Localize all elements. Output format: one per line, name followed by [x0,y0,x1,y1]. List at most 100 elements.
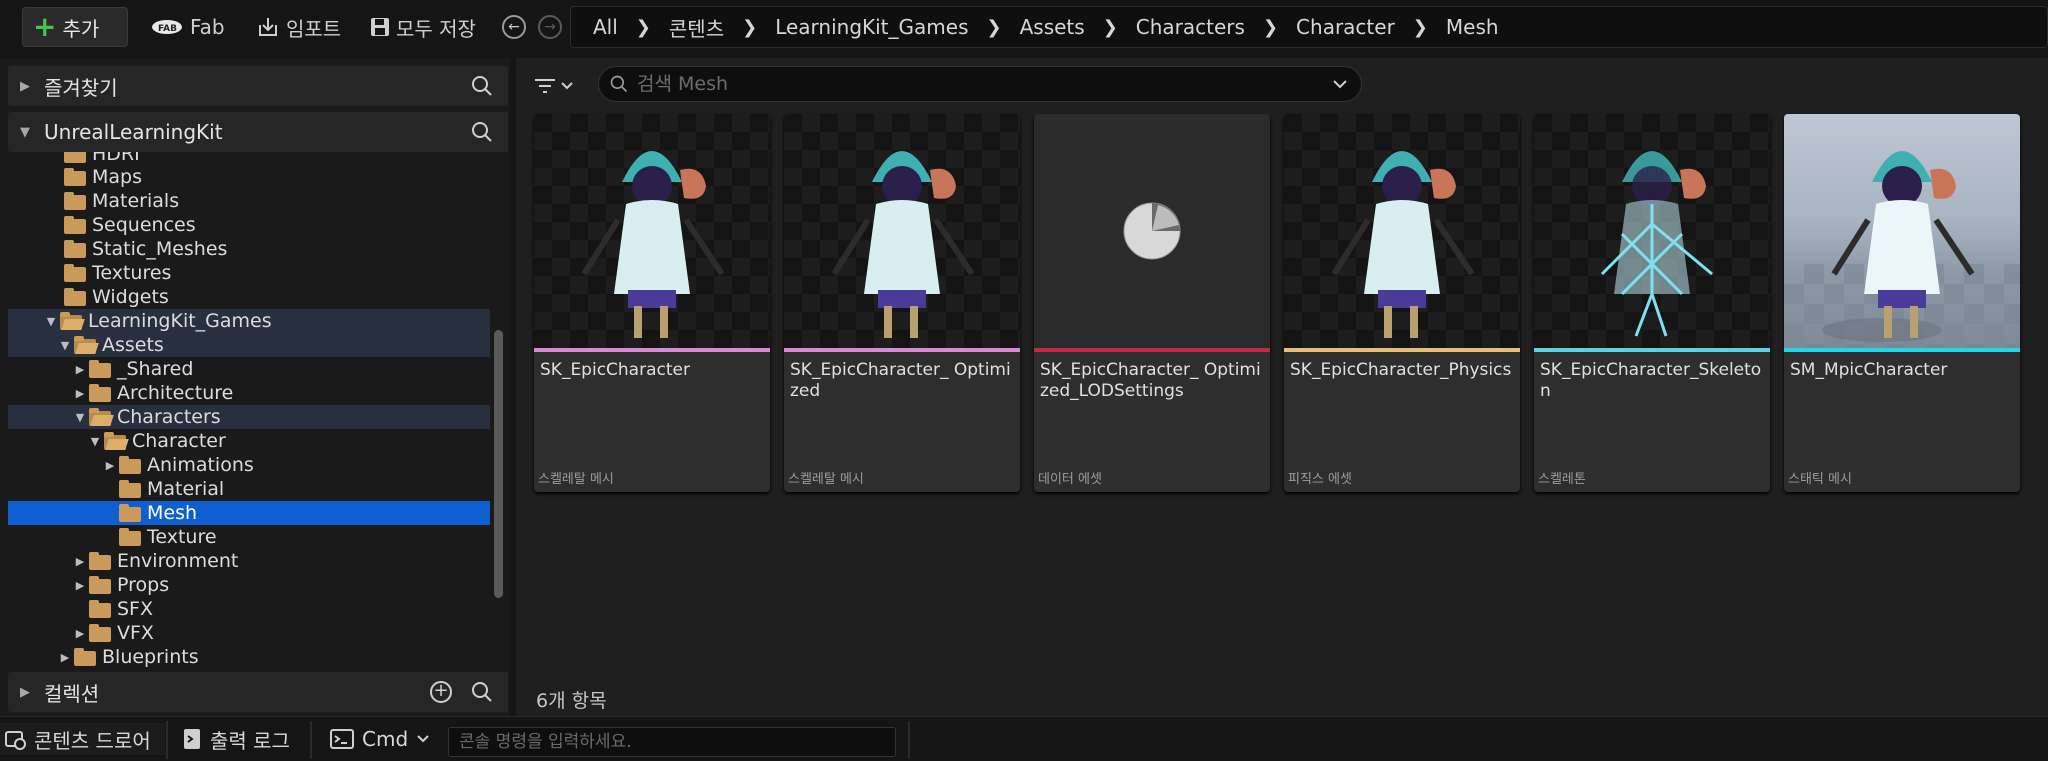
tree-item-learningkit-games[interactable]: ▼ LearningKit_Games [8,309,490,333]
tree-item-maps[interactable]: Maps [8,165,490,189]
import-button[interactable]: 임포트 [246,7,351,47]
breadcrumb-chevron-icon[interactable]: ❯ [1263,17,1278,38]
search-icon[interactable] [470,74,494,98]
breadcrumb-item[interactable]: Characters [1136,15,1245,39]
asset-type-color-bar [534,348,770,352]
asset-thumbnail [784,114,1020,348]
save-all-label: 모두 저장 [396,16,476,41]
tree-item-shared[interactable]: ▶ _Shared [8,357,490,381]
collapsed-arrow-icon[interactable]: ▶ [103,459,117,472]
tree-item-character[interactable]: ▼ Character [8,429,490,453]
console-field[interactable] [448,727,896,757]
breadcrumb-item[interactable]: Character [1296,15,1395,39]
tree-item-label: Character [132,430,226,452]
breadcrumb-chevron-icon[interactable]: ❯ [1103,17,1118,38]
project-root-header[interactable]: ▼ UnrealLearningKit [8,112,508,152]
asset-type: 스태틱 메시 [1788,472,1852,487]
folder-icon [119,504,143,522]
asset-search-field[interactable] [598,66,1362,102]
asset-tile[interactable]: SK_EpicCharacter_Skeleton 스켈레톤 [1534,114,1770,492]
console-command-input[interactable] [449,728,895,756]
collapsed-arrow-icon[interactable]: ▶ [58,651,72,664]
add-button[interactable]: + 추가 [22,7,128,47]
import-label: 임포트 [286,16,342,41]
asset-thumbnail [1034,114,1270,348]
asset-type-color-bar [1534,348,1770,352]
breadcrumb-item-current[interactable]: Mesh [1446,15,1499,39]
tree-item-label: Widgets [92,286,169,308]
tree-item-animations[interactable]: ▶ Animations [8,453,490,477]
add-collection-icon[interactable]: + [430,681,452,703]
tree-item-static-meshes[interactable]: Static_Meshes [8,237,490,261]
chevron-down-icon[interactable] [1331,75,1349,93]
tree-item-label: Sequences [92,214,196,236]
folder-icon [119,528,143,546]
search-icon[interactable] [470,680,494,704]
output-log-label: 출력 로그 [210,728,290,753]
collapsed-arrow-icon[interactable]: ▶ [20,79,32,94]
tree-item-mesh[interactable]: Mesh [8,501,490,525]
tree-scrollbar[interactable] [494,330,503,598]
asset-tile[interactable]: SK_EpicCharacter_Physics 피직스 에셋 [1284,114,1520,492]
asset-type-color-bar [1784,348,2020,352]
breadcrumb-chevron-icon[interactable]: ❯ [1413,17,1428,38]
search-icon [610,75,628,93]
collapsed-arrow-icon[interactable]: ▶ [73,387,87,400]
breadcrumb-item[interactable]: LearningKit_Games [775,15,968,39]
collapsed-arrow-icon[interactable]: ▶ [73,363,87,376]
asset-thumbnail [1534,114,1770,348]
favorites-header[interactable]: ▶ 즐겨찾기 [8,66,508,106]
tree-item-blueprints[interactable]: ▶ Blueprints [8,645,490,669]
tree-item-sequences[interactable]: Sequences [8,213,490,237]
asset-tile[interactable]: SK_EpicCharacter_ Optimized_LODSettings … [1034,114,1270,492]
tree-item-label: Environment [117,550,239,572]
tree-item-material[interactable]: Material [8,477,490,501]
filter-button[interactable] [534,72,578,100]
tree-item-textures[interactable]: Textures [8,261,490,285]
forward-arrow-icon[interactable]: → [538,15,562,39]
breadcrumb-chevron-icon[interactable]: ❯ [987,17,1002,38]
tree-item-texture[interactable]: Texture [8,525,490,549]
back-arrow-icon[interactable]: ← [502,15,526,39]
tree-item-label: Textures [92,262,172,284]
content-drawer-button[interactable]: 콘텐츠 드로어 [0,723,165,755]
expanded-arrow-icon[interactable]: ▼ [88,435,102,448]
expanded-arrow-icon[interactable]: ▼ [20,125,32,140]
data-asset-pie-icon [1123,202,1181,260]
tree-item-materials[interactable]: Materials [8,189,490,213]
breadcrumb-chevron-icon[interactable]: ❯ [742,17,757,38]
breadcrumb-item[interactable]: All [593,15,618,39]
save-all-button[interactable]: 모두 저장 [360,7,486,47]
tree-item-sfx[interactable]: SFX [8,597,490,621]
tree-item-assets[interactable]: ▼ Assets [8,333,490,357]
tree-item-widgets[interactable]: Widgets [8,285,490,309]
asset-tile[interactable]: SK_EpicCharacter_ Optimized 스켈레탈 메시 [784,114,1020,492]
tree-item-props[interactable]: ▶ Props [8,573,490,597]
breadcrumb-item[interactable]: Assets [1020,15,1085,39]
output-log-button[interactable]: 출력 로그 [182,723,290,755]
collections-header[interactable]: ▶ 컬렉션 + [8,672,508,712]
tree-item-label: Material [147,478,225,500]
collapsed-arrow-icon[interactable]: ▶ [73,627,87,640]
tree-item-hdri[interactable]: HDRI [8,152,490,166]
collapsed-arrow-icon[interactable]: ▶ [73,579,87,592]
asset-tile[interactable]: SK_EpicCharacter 스켈레탈 메시 [534,114,770,492]
expanded-arrow-icon[interactable]: ▼ [44,315,58,328]
breadcrumb-chevron-icon[interactable]: ❯ [636,17,651,38]
breadcrumb-item[interactable]: 콘텐츠 [669,13,724,42]
add-label: 추가 [62,16,100,41]
collapsed-arrow-icon[interactable]: ▶ [73,555,87,568]
asset-tile[interactable]: SM_MpicCharacter 스태틱 메시 [1784,114,2020,492]
content-drawer-icon [5,731,26,750]
tree-item-vfx[interactable]: ▶ VFX [8,621,490,645]
asset-search-input[interactable] [637,73,1317,95]
expanded-arrow-icon[interactable]: ▼ [58,339,72,352]
fab-button[interactable]: FAB Fab [140,7,235,47]
expanded-arrow-icon[interactable]: ▼ [73,411,87,424]
cmd-dropdown[interactable]: Cmd [330,723,430,755]
tree-item-characters[interactable]: ▼ Characters [8,405,490,429]
tree-item-architecture[interactable]: ▶ Architecture [8,381,490,405]
tree-item-environment[interactable]: ▶ Environment [8,549,490,573]
collapsed-arrow-icon[interactable]: ▶ [20,685,32,700]
search-icon[interactable] [470,120,494,144]
